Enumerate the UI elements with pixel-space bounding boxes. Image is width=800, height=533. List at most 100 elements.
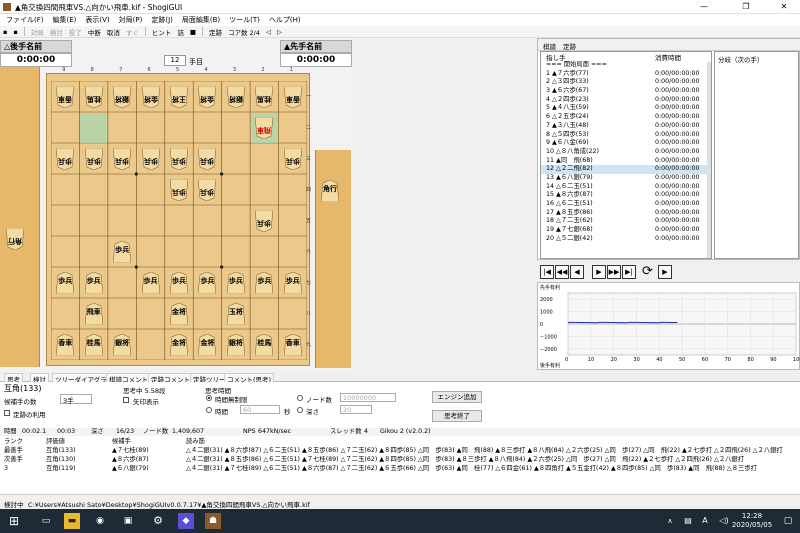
candidates-select[interactable]: 3手 bbox=[60, 394, 92, 405]
gote-piece[interactable]: 歩兵 bbox=[170, 147, 188, 170]
sente-piece[interactable]: 銀将 bbox=[226, 333, 245, 356]
sente-piece[interactable]: 歩兵 bbox=[255, 271, 274, 294]
sente-piece[interactable]: 歩兵 bbox=[113, 240, 132, 263]
kifu-row[interactable]: 11 ▲同 飛(68) 0:00/00:00:00 bbox=[541, 157, 711, 166]
sente-piece[interactable]: 玉将 bbox=[226, 302, 245, 325]
gote-piece[interactable]: 金将 bbox=[198, 85, 217, 108]
depth-radio[interactable] bbox=[297, 407, 303, 413]
sente-piece[interactable]: 歩兵 bbox=[198, 271, 217, 294]
gote-piece[interactable]: 銀将 bbox=[113, 85, 132, 108]
taskbar-clock[interactable]: 12:28 2020/05/05 bbox=[728, 512, 776, 530]
sente-piece[interactable]: 金将 bbox=[170, 333, 188, 356]
menu-edit[interactable]: 編集(E) bbox=[53, 14, 77, 26]
kifu-row[interactable]: 8 △５四歩(53) 0:00/00:00:00 bbox=[541, 131, 711, 140]
edge-icon[interactable]: ◉ bbox=[92, 513, 108, 529]
tab-kifu[interactable]: 棋譜 bbox=[543, 41, 556, 51]
sente-piece[interactable]: 歩兵 bbox=[283, 271, 302, 294]
evaluation-graph[interactable]: 2000 1000 0 −1000 −2000 0 10 20 30 40 50 60 70 80 90 10… bbox=[537, 282, 800, 370]
stop-icon[interactable]: ■ bbox=[190, 28, 196, 36]
kifu-list[interactable]: 指し手 消費時間 === 開始局面 === 1 ▲７六歩(77) 0:00/00:… bbox=[540, 51, 712, 259]
sente-piece[interactable]: 歩兵 bbox=[170, 271, 188, 294]
time-input[interactable]: 60 bbox=[240, 405, 280, 414]
toolbar-joseki-button[interactable]: 定跡 bbox=[209, 27, 222, 37]
gote-piece[interactable]: 歩兵 bbox=[170, 178, 188, 201]
gote-piece[interactable]: 歩兵 bbox=[141, 147, 160, 170]
kifu-row[interactable]: 6 △２五歩(24) 0:00/00:00:00 bbox=[541, 113, 711, 122]
play-icon[interactable]: ▶ bbox=[657, 265, 672, 279]
unlimited-radio[interactable] bbox=[206, 395, 212, 401]
shogigui-taskbar-icon[interactable]: ☗ bbox=[205, 513, 221, 529]
menu-game[interactable]: 対局(P) bbox=[119, 14, 143, 26]
gote-piece[interactable]: 銀将 bbox=[226, 85, 245, 108]
branch-list[interactable]: 分岐（次の手） bbox=[714, 51, 799, 259]
nodes-radio[interactable] bbox=[297, 395, 303, 401]
sente-hand-bishop[interactable]: 角行 bbox=[321, 180, 339, 202]
core-up-icon[interactable]: ▷ bbox=[277, 28, 282, 36]
time-radio[interactable] bbox=[206, 407, 212, 413]
gote-hand-bishop[interactable]: 角行 bbox=[6, 228, 24, 250]
kifu-row[interactable]: 15 ▲８六歩(87) 0:00/00:00:00 bbox=[541, 191, 711, 200]
tab-joseki[interactable]: 定跡 bbox=[563, 41, 576, 51]
tray-expand-icon[interactable]: ∧ bbox=[662, 513, 678, 529]
new-file-icon[interactable]: ▪ bbox=[3, 28, 7, 36]
gote-piece[interactable]: 桂馬 bbox=[84, 85, 103, 108]
gote-piece[interactable]: 香車 bbox=[283, 85, 302, 108]
pv-row[interactable]: 最善手 互角(133) ▲７七桂(89) △４二銀(31) ▲８六歩(87) △６二玉… bbox=[0, 447, 800, 455]
arrow-checkbox[interactable] bbox=[123, 397, 129, 403]
gote-piece[interactable]: 歩兵 bbox=[283, 147, 302, 170]
toolbar-mate-button[interactable]: 詰 bbox=[177, 27, 184, 37]
add-engine-button[interactable]: エンジン追加 bbox=[432, 391, 482, 403]
menu-tools[interactable]: ツール(T) bbox=[229, 14, 260, 26]
core-down-icon[interactable]: ◁ bbox=[266, 28, 271, 36]
back-many-icon[interactable]: ◀◀ bbox=[555, 265, 569, 279]
kifu-row[interactable]: 20 △５二銀(42) 0:00/00:00:00 bbox=[541, 235, 711, 244]
minimize-button[interactable]: — bbox=[690, 0, 718, 14]
depth-input[interactable]: 20 bbox=[340, 405, 372, 414]
menu-position-edit[interactable]: 局面編集(B) bbox=[182, 14, 220, 26]
toolbar-core-count[interactable]: コア数 2/4 bbox=[228, 27, 260, 37]
kifu-row[interactable]: 13 ▲６八銀(79) 0:00/00:00:00 bbox=[541, 174, 711, 183]
kifu-row[interactable]: 3 ▲６六歩(67) 0:00/00:00:00 bbox=[541, 87, 711, 96]
kifu-row[interactable]: 19 ▲７七銀(68) 0:00/00:00:00 bbox=[541, 226, 711, 235]
toolbar-undo-button[interactable]: 取消 bbox=[107, 27, 120, 37]
sente-piece[interactable]: 歩兵 bbox=[141, 271, 160, 294]
go-last-icon[interactable]: ▶| bbox=[622, 265, 636, 279]
kifu-row[interactable]: 5 ▲４八玉(59) 0:00/00:00:00 bbox=[541, 104, 711, 113]
app-icon-purple[interactable]: ◆ bbox=[178, 513, 194, 529]
flip-board-icon[interactable]: ⟳ bbox=[642, 265, 653, 279]
gote-piece[interactable]: 王将 bbox=[170, 85, 188, 108]
back-one-icon[interactable]: ◀ bbox=[570, 265, 584, 279]
move-number-input[interactable]: 12 bbox=[164, 55, 186, 66]
kifu-scrollbar[interactable] bbox=[707, 62, 711, 258]
gote-piece[interactable]: 歩兵 bbox=[198, 178, 217, 201]
nodes-input[interactable]: 10000000 bbox=[340, 393, 396, 402]
maximize-button[interactable]: ❐ bbox=[732, 0, 760, 14]
forward-many-icon[interactable]: ▶▶ bbox=[607, 265, 621, 279]
kifu-start-row[interactable]: === 開始局面 === bbox=[541, 61, 711, 70]
toolbar-move-now-button[interactable]: すぐ bbox=[126, 27, 139, 37]
menu-joseki[interactable]: 定跡(J) bbox=[151, 14, 173, 26]
gote-piece[interactable]: 歩兵 bbox=[255, 209, 274, 232]
joseki-checkbox[interactable] bbox=[4, 410, 10, 416]
pv-row[interactable]: 3 互角(119) ▲６八銀(79) △４二銀(31) ▲７七桂(89) △６二玉(5… bbox=[0, 465, 800, 473]
folder-icon[interactable]: ▬ bbox=[64, 513, 80, 529]
go-first-icon[interactable]: |◀ bbox=[540, 265, 554, 279]
end-thinking-button[interactable]: 思考終了 bbox=[432, 410, 482, 422]
gote-piece[interactable]: 金将 bbox=[141, 85, 160, 108]
menu-help[interactable]: ヘルプ(H) bbox=[269, 14, 301, 26]
ime-indicator[interactable]: A bbox=[697, 513, 713, 529]
sente-piece[interactable]: 香車 bbox=[56, 333, 75, 356]
gote-piece[interactable]: 歩兵 bbox=[113, 147, 132, 170]
toolbar-pause-button[interactable]: 中断 bbox=[88, 27, 101, 37]
toolbar-resign-button[interactable]: 投了 bbox=[69, 27, 82, 37]
toolbar-study-button[interactable]: 検討 bbox=[50, 27, 63, 37]
board-grid[interactable]: 香車 桂馬 銀将 金将 王将 金将 銀将 桂馬 香車 飛車 歩兵 歩兵 歩兵 歩兵 歩兵 歩兵 歩兵 歩兵 歩兵 歩兵… bbox=[51, 81, 307, 360]
windows-start-icon[interactable]: ⊞ bbox=[6, 513, 22, 529]
gote-piece[interactable]: 香車 bbox=[56, 85, 75, 108]
sente-piece[interactable]: 金将 bbox=[170, 302, 188, 325]
sente-piece[interactable]: 銀将 bbox=[113, 333, 132, 356]
sente-piece[interactable]: 歩兵 bbox=[84, 271, 103, 294]
sente-piece[interactable]: 歩兵 bbox=[56, 271, 75, 294]
menu-file[interactable]: ファイル(F) bbox=[6, 14, 44, 26]
network-icon[interactable]: ▤ bbox=[680, 513, 696, 529]
